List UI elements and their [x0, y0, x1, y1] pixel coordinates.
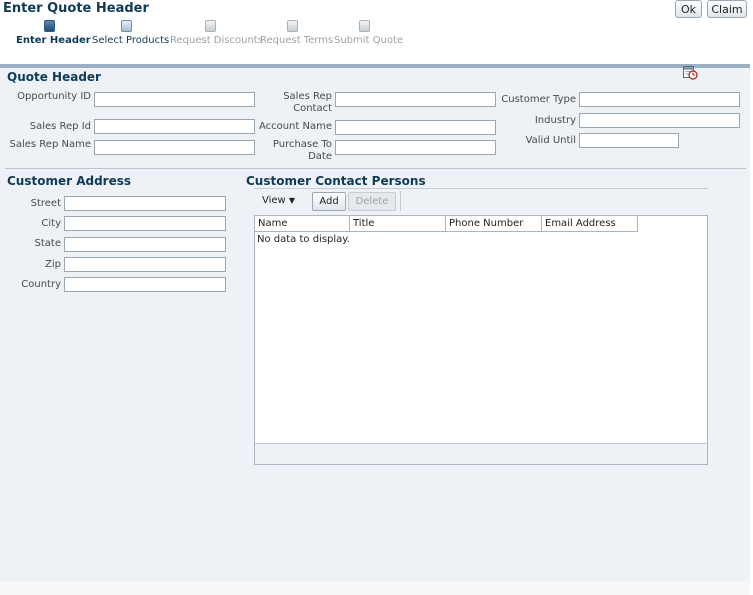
table-footer: [255, 443, 707, 464]
train-stop-icon: [121, 20, 132, 32]
city-label: City: [41, 218, 61, 229]
customer-contact-persons-title: Customer Contact Persons: [246, 174, 426, 188]
train-step-label: Request Terms: [260, 35, 334, 46]
sales-rep-id-label: Sales Rep Id: [29, 121, 91, 132]
street-input[interactable]: [64, 196, 226, 211]
train-stop-icon: [205, 20, 216, 32]
train-step-label: Submit Quote: [334, 35, 404, 46]
zip-label: Zip: [45, 259, 61, 270]
add-button[interactable]: Add: [312, 192, 346, 211]
train-stop-icon: [359, 20, 370, 32]
column-header-title[interactable]: Title: [350, 216, 446, 232]
train-step-label: Select Products: [92, 35, 170, 46]
customer-address-title: Customer Address: [7, 174, 132, 188]
opportunity-id-input[interactable]: [94, 92, 255, 107]
state-input[interactable]: [64, 237, 226, 252]
customer-type-input[interactable]: [579, 92, 740, 107]
calendar-icon[interactable]: [682, 64, 698, 80]
column-header-phone-number[interactable]: Phone Number: [446, 216, 542, 232]
section-divider: [5, 168, 746, 169]
train-stop-icon: [44, 20, 55, 32]
delete-button[interactable]: Delete: [348, 192, 396, 211]
street-label: Street: [30, 198, 61, 209]
account-name-input[interactable]: [335, 120, 496, 135]
sales-rep-name-input[interactable]: [94, 140, 255, 155]
sales-rep-contact-label: Sales Rep Contact: [283, 91, 332, 114]
sales-rep-name-label: Sales Rep Name: [9, 139, 91, 150]
customer-type-label: Customer Type: [501, 94, 576, 105]
page-header: Enter Quote Header Ok Claim Enter Header…: [0, 0, 753, 64]
claim-button[interactable]: Claim: [707, 0, 747, 18]
view-menu-label: View: [262, 195, 286, 206]
contacts-table: Name Title Phone Number Email Address No…: [254, 215, 708, 465]
industry-input[interactable]: [579, 113, 740, 128]
column-header-email-address[interactable]: Email Address: [542, 216, 638, 232]
sales-rep-contact-input[interactable]: [335, 92, 496, 107]
train-stop-icon: [287, 20, 298, 32]
city-input[interactable]: [64, 216, 226, 231]
column-header-name[interactable]: Name: [255, 216, 350, 232]
account-name-label: Account Name: [258, 121, 332, 132]
chevron-down-icon: ▼: [288, 196, 296, 205]
valid-until-label: Valid Until: [525, 135, 576, 146]
opportunity-id-label: Opportunity ID: [17, 91, 91, 102]
view-menu[interactable]: View ▼: [262, 195, 295, 206]
train-step-label: Request Discounts: [170, 35, 263, 46]
ok-button[interactable]: Ok: [675, 0, 702, 18]
train-step-label: Enter Header: [16, 35, 91, 46]
quote-header-title: Quote Header: [7, 70, 101, 84]
country-input[interactable]: [64, 277, 226, 292]
industry-label: Industry: [534, 115, 576, 126]
state-label: State: [34, 238, 61, 249]
page-title: Enter Quote Header: [3, 1, 149, 16]
sales-rep-id-input[interactable]: [94, 119, 255, 134]
empty-table-message: No data to display.: [257, 234, 350, 245]
content-panel: Quote Header Opportunity ID Sales Rep Id…: [0, 64, 750, 595]
toolbar-divider: [400, 191, 401, 211]
contacts-toolbar: View ▼ Add Delete: [254, 188, 708, 214]
purchase-to-date-input[interactable]: [335, 140, 496, 155]
purchase-to-date-label: Purchase To Date: [272, 139, 332, 162]
country-label: Country: [21, 279, 61, 290]
zip-input[interactable]: [64, 257, 226, 272]
valid-until-input[interactable]: [579, 133, 679, 148]
